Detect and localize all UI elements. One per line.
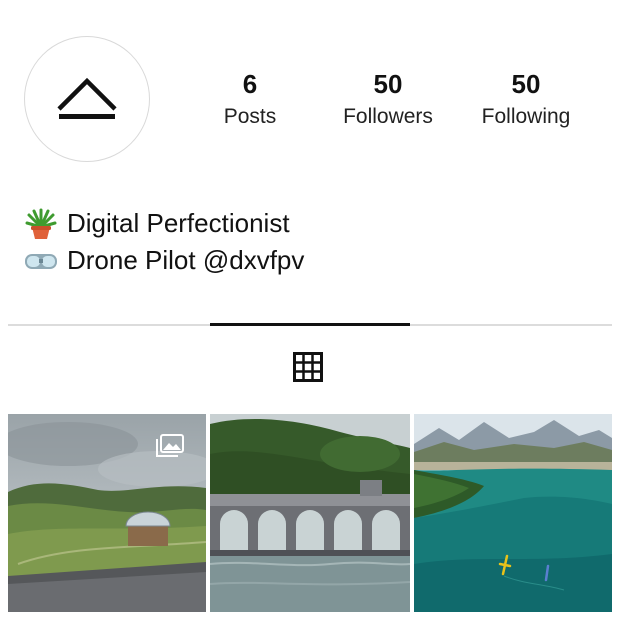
bio-text-2: Drone Pilot @dxvfpv [67,245,305,275]
following-label: Following [481,105,571,128]
tab-grid[interactable] [293,352,323,382]
stat-following[interactable]: 50 Following [456,68,596,132]
post-image-3 [414,414,612,612]
followers-label: Followers [343,105,433,128]
post-thumbnail-3[interactable] [414,414,612,612]
profile-stats: 6 Posts 50 Followers 50 Following [180,68,600,138]
posts-label: Posts [223,105,277,128]
potted-plant-emoji [25,208,57,239]
profile-avatar[interactable] [24,36,150,162]
collapse-up-icon [57,77,117,119]
profile-bio: Digital Perfectionist Drone Pilot @dxvfp… [24,205,304,279]
goggles-emoji [25,253,57,269]
posts-count: 6 [242,69,258,99]
bio-text-1: Digital Perfectionist [67,208,290,238]
grid-icon [293,352,323,382]
multiple-photos-icon [156,434,184,457]
active-tab-indicator [210,323,410,326]
post-thumbnail-2[interactable] [210,414,410,612]
post-image-2 [210,414,410,612]
bio-line-1: Digital Perfectionist [24,205,304,242]
followers-count: 50 [373,69,403,99]
following-count: 50 [511,69,541,99]
stat-followers[interactable]: 50 Followers [318,68,458,132]
post-thumbnail-1[interactable] [8,414,206,612]
stat-posts[interactable]: 6 Posts [180,68,320,132]
bio-line-2: Drone Pilot @dxvfpv [24,242,304,279]
